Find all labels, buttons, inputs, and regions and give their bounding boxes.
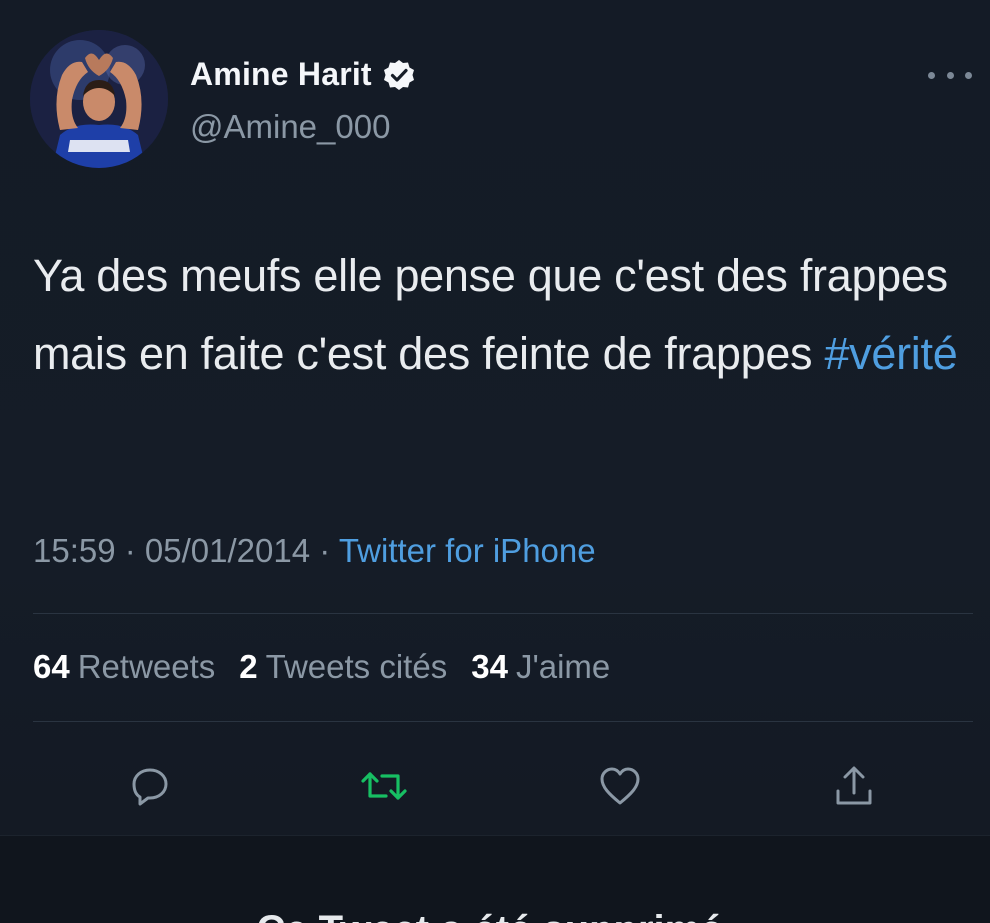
quotes-label: Tweets cités	[265, 648, 448, 685]
retweets-count: 64	[33, 648, 70, 685]
tweet-date: 05/01/2014	[144, 532, 311, 569]
verified-badge-icon	[382, 58, 416, 92]
quotes-count: 2	[239, 648, 258, 685]
reply-icon[interactable]	[122, 758, 178, 814]
likes-count: 34	[471, 648, 508, 685]
tweet-card: Amine Harit @Amine_000 Ya des meufs elle…	[0, 0, 990, 835]
like-icon[interactable]	[592, 758, 648, 814]
tweet-source-link[interactable]: Twitter for iPhone	[339, 532, 596, 569]
meta-separator: ·	[310, 532, 339, 569]
hashtag-link[interactable]: #vérité	[824, 328, 957, 379]
author-display-name[interactable]: Amine Harit	[190, 56, 372, 93]
retweets-stat[interactable]: 64 Retweets	[33, 648, 215, 686]
tweet-stats: 64 Retweets 2 Tweets cités 34 J'aime	[33, 648, 610, 686]
likes-label: J'aime	[515, 648, 611, 685]
meta-separator: ·	[115, 532, 145, 569]
deleted-tweet-message: Ce Tweet a été supprimé.	[0, 908, 990, 923]
more-dot	[928, 71, 935, 79]
tweet-time: 15:59	[33, 532, 116, 569]
author-avatar[interactable]	[30, 30, 168, 168]
likes-stat[interactable]: 34 J'aime	[471, 648, 610, 686]
tweet-body: Ya des meufs elle pense que c'est des fr…	[33, 237, 973, 393]
more-dot	[946, 71, 954, 79]
tweet-body-text: Ya des meufs elle pense que c'est des fr…	[33, 250, 948, 379]
quotes-stat[interactable]: 2 Tweets cités	[239, 648, 447, 686]
more-options-icon[interactable]	[928, 60, 972, 90]
retweets-label: Retweets	[77, 648, 216, 685]
divider	[33, 721, 973, 722]
tweet-actions-bar	[0, 758, 990, 814]
author-name-row: Amine Harit	[190, 56, 416, 93]
tweet-metadata: 15:59 · 05/01/2014 · Twitter for iPhone	[33, 532, 596, 570]
deleted-tweet-banner: Ce Tweet a été supprimé.	[0, 835, 990, 923]
more-dot	[965, 71, 972, 79]
divider	[33, 613, 973, 614]
author-handle[interactable]: @Amine_000	[190, 108, 390, 146]
retweet-icon[interactable]	[356, 758, 412, 814]
share-icon[interactable]	[826, 758, 882, 814]
